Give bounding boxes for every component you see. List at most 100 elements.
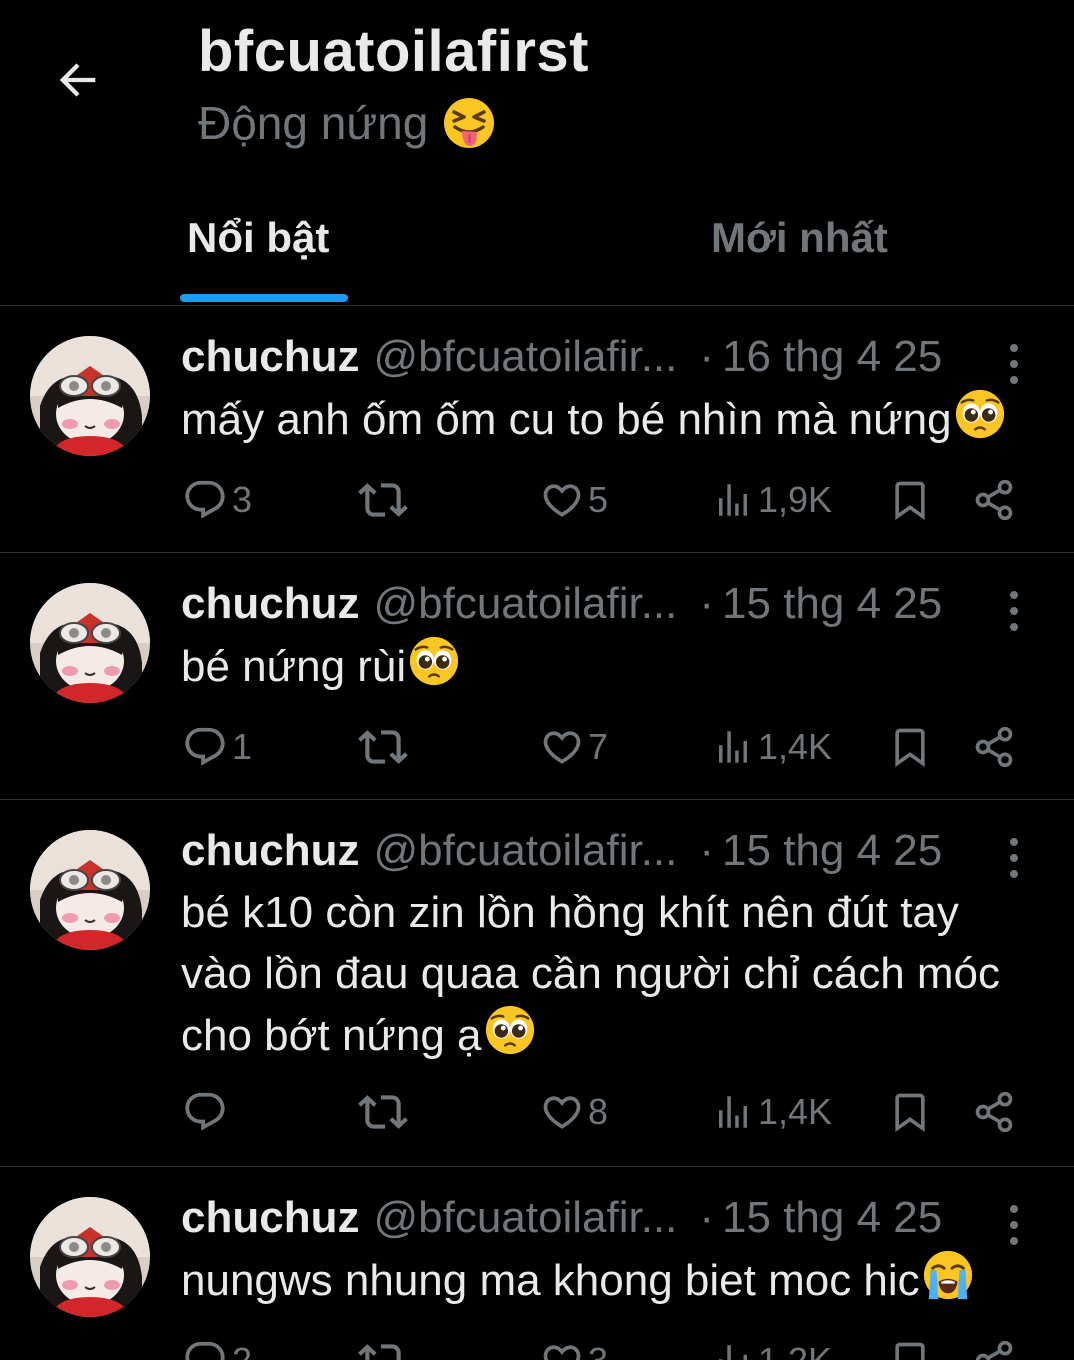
tab-latest[interactable]: Mới nhất <box>711 214 888 262</box>
like-count: 7 <box>588 726 609 767</box>
reply-icon <box>182 1089 228 1135</box>
like-button[interactable]: 5 <box>540 470 608 530</box>
post-date[interactable]: 16 thg 4 25 <box>722 332 942 382</box>
reply-button[interactable]: 1 <box>182 717 252 777</box>
post-meta: chuchuz @bfcuatoilafir... · 16 thg 4 25 <box>181 332 942 392</box>
bookmark-icon <box>888 1339 932 1360</box>
like-count: 3 <box>588 1340 608 1360</box>
post-text: bé k10 còn zin lồn hồng khít nên đút tay… <box>181 882 1031 1066</box>
more-options-icon[interactable] <box>998 834 1030 882</box>
repost-button[interactable] <box>358 1331 408 1360</box>
post[interactable]: chuchuz @bfcuatoilafir... · 15 thg 4 25 … <box>0 553 1074 800</box>
like-count: 5 <box>588 479 609 520</box>
bookmark-button[interactable] <box>888 1331 932 1360</box>
share-icon <box>972 725 1016 769</box>
like-button[interactable]: 3 <box>540 1331 608 1360</box>
author-name[interactable]: chuchuz <box>181 332 359 382</box>
share-button[interactable] <box>972 470 1016 530</box>
reply-button[interactable] <box>182 1082 232 1142</box>
meta-separator: · <box>699 332 715 381</box>
more-options-icon[interactable] <box>998 587 1030 635</box>
view-count: 1,4K <box>758 726 833 767</box>
bookmark-icon <box>888 725 932 769</box>
views-button[interactable]: 1,4K <box>712 717 832 777</box>
more-options-icon[interactable] <box>998 340 1030 388</box>
avatar[interactable] <box>30 583 150 703</box>
author-handle[interactable]: @bfcuatoilafir... <box>373 1193 677 1243</box>
post-date[interactable]: 15 thg 4 25 <box>722 826 942 876</box>
share-button[interactable] <box>972 1082 1016 1142</box>
back-button[interactable] <box>46 48 110 112</box>
bookmark-button[interactable] <box>888 470 932 530</box>
repost-button[interactable] <box>358 1082 408 1142</box>
post[interactable]: chuchuz @bfcuatoilafir... · 16 thg 4 25 … <box>0 306 1074 553</box>
pleading-face-icon <box>484 1004 536 1056</box>
share-icon <box>972 1339 1016 1360</box>
share-icon <box>972 1090 1016 1134</box>
bookmark-icon <box>888 478 932 522</box>
like-count: 8 <box>588 1091 609 1132</box>
post-text-content: mấy anh ốm ốm cu to bé nhìn mà nứng <box>181 395 952 444</box>
views-button[interactable]: 1,4K <box>712 1082 832 1142</box>
heart-icon <box>540 1339 584 1360</box>
bar-chart-icon <box>712 1091 754 1133</box>
like-button[interactable]: 7 <box>540 717 608 777</box>
post-actions: 2 3 1,2K <box>0 1331 1074 1360</box>
repost-icon <box>358 1087 408 1137</box>
post-date[interactable]: 15 thg 4 25 <box>722 579 942 629</box>
arrow-left-icon <box>59 63 96 97</box>
author-name[interactable]: chuchuz <box>181 579 359 629</box>
post[interactable]: chuchuz @bfcuatoilafir... · 15 thg 4 25 … <box>0 1167 1074 1360</box>
author-name[interactable]: chuchuz <box>181 826 359 876</box>
post-date[interactable]: 15 thg 4 25 <box>722 1193 942 1243</box>
meta-separator: · <box>699 1193 715 1242</box>
bar-chart-icon <box>712 1340 754 1360</box>
heart-icon <box>540 725 584 769</box>
repost-icon <box>358 475 408 525</box>
share-button[interactable] <box>972 1331 1016 1360</box>
repost-button[interactable] <box>358 717 408 777</box>
reply-button[interactable]: 3 <box>182 470 252 530</box>
post-meta: chuchuz @bfcuatoilafir... · 15 thg 4 25 <box>181 826 942 886</box>
author-handle[interactable]: @bfcuatoilafir... <box>373 579 677 629</box>
reply-button[interactable]: 2 <box>182 1331 252 1360</box>
reply-icon <box>182 724 228 770</box>
avatar[interactable] <box>30 336 150 456</box>
share-button[interactable] <box>972 717 1016 777</box>
post[interactable]: chuchuz @bfcuatoilafir... · 15 thg 4 25 … <box>0 800 1074 1167</box>
meta-separator: · <box>699 826 715 875</box>
squinting-tongue-face-icon <box>444 98 495 148</box>
bookmark-icon <box>888 1090 932 1134</box>
bar-chart-icon <box>712 479 754 521</box>
pleading-face-icon <box>954 388 1006 440</box>
more-options-icon[interactable] <box>998 1201 1030 1249</box>
like-button[interactable]: 8 <box>540 1082 608 1142</box>
tab-featured[interactable]: Nổi bật <box>187 214 329 262</box>
subtitle-text: Động nứng <box>198 97 429 149</box>
repost-button[interactable] <box>358 470 408 530</box>
author-handle[interactable]: @bfcuatoilafir... <box>373 332 677 382</box>
post-meta: chuchuz @bfcuatoilafir... · 15 thg 4 25 <box>181 1193 942 1253</box>
bookmark-button[interactable] <box>888 717 932 777</box>
bookmark-button[interactable] <box>888 1082 932 1142</box>
reply-count: 2 <box>232 1340 252 1360</box>
page-title: bfcuatoilafirst <box>198 19 589 84</box>
meta-separator: · <box>699 579 715 628</box>
tab-bar: Nổi bật Mới nhất <box>0 200 1074 306</box>
avatar[interactable] <box>30 830 150 950</box>
views-button[interactable]: 1,2K <box>712 1331 832 1360</box>
page-subtitle: Động nứng <box>198 96 496 150</box>
post-text-content: bé nứng rùi <box>181 642 407 691</box>
author-name[interactable]: chuchuz <box>181 1193 359 1243</box>
post-text-content: bé k10 còn zin lồn hồng khít nên đút tay… <box>181 888 1001 1060</box>
share-icon <box>972 478 1016 522</box>
post-meta: chuchuz @bfcuatoilafir... · 15 thg 4 25 <box>181 579 942 639</box>
author-handle[interactable]: @bfcuatoilafir... <box>373 826 677 876</box>
reply-count: 3 <box>232 479 253 520</box>
reply-icon <box>182 477 228 523</box>
views-button[interactable]: 1,9K <box>712 470 832 530</box>
view-count: 1,9K <box>758 479 833 520</box>
view-count: 1,4K <box>758 1091 833 1132</box>
avatar[interactable] <box>30 1197 150 1317</box>
post-text: mấy anh ốm ốm cu to bé nhìn mà nứng <box>181 388 1041 450</box>
